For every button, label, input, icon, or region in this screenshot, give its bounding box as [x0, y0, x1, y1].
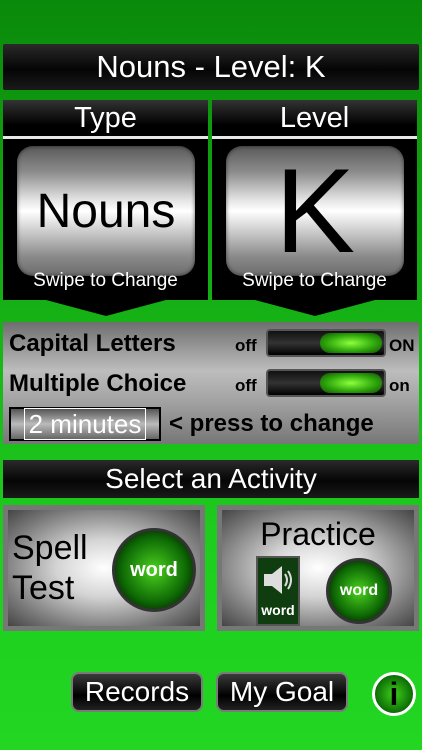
multiple-choice-label: Multiple Choice: [9, 370, 187, 397]
page-title: Nouns - Level: K: [3, 44, 419, 90]
spell-test-word-icon: word: [112, 528, 196, 612]
level-pointer-arrow: [254, 300, 375, 316]
level-value: K: [274, 144, 356, 278]
spell-test-button[interactable]: Spell Test word: [3, 505, 205, 631]
level-header-divider: [212, 136, 417, 139]
time-limit-value: 2 minutes: [23, 408, 147, 440]
time-change-hint: < press to change: [169, 410, 374, 437]
capital-letters-on-label: ON: [389, 336, 415, 355]
records-button[interactable]: Records: [71, 672, 203, 712]
info-icon[interactable]: i: [372, 672, 416, 716]
type-swipe-hint: Swipe to Change: [33, 270, 178, 291]
time-limit-button[interactable]: 2 minutes: [9, 407, 161, 441]
practice-listen-button[interactable]: word: [256, 556, 300, 626]
type-header-divider: [3, 136, 208, 139]
settings-panel: Capital Letters off ON Multiple Choice o…: [3, 322, 419, 444]
level-header: Level: [212, 100, 417, 136]
spell-test-label-line2: Test: [12, 569, 75, 607]
multiple-choice-on-label: on: [389, 376, 410, 395]
capital-letters-label: Capital Letters: [9, 330, 176, 357]
activity-header: Select an Activity: [3, 460, 419, 498]
practice-word-icon: word: [326, 558, 392, 624]
practice-button[interactable]: Practice word word: [217, 505, 419, 631]
level-swipe-hint: Swipe to Change: [242, 270, 387, 291]
speaker-word-label: word: [261, 602, 295, 618]
type-value: Nouns: [36, 184, 176, 238]
type-header: Type: [3, 100, 208, 136]
multiple-choice-toggle-knob[interactable]: [320, 373, 382, 393]
my-goal-button[interactable]: My Goal: [216, 672, 348, 712]
speaker-icon: [264, 566, 292, 594]
practice-label: Practice: [260, 516, 376, 552]
capital-letters-toggle-knob[interactable]: [320, 333, 382, 353]
multiple-choice-toggle[interactable]: [266, 369, 386, 397]
level-panel[interactable]: Level K Swipe to Change: [212, 100, 417, 316]
type-panel[interactable]: Type Nouns Swipe to Change: [3, 100, 208, 316]
capital-letters-off-label: off: [235, 336, 257, 355]
multiple-choice-off-label: off: [235, 376, 257, 395]
capital-letters-toggle[interactable]: [266, 329, 386, 357]
type-pointer-arrow: [45, 300, 166, 316]
spell-test-label-line1: Spell: [12, 529, 88, 567]
